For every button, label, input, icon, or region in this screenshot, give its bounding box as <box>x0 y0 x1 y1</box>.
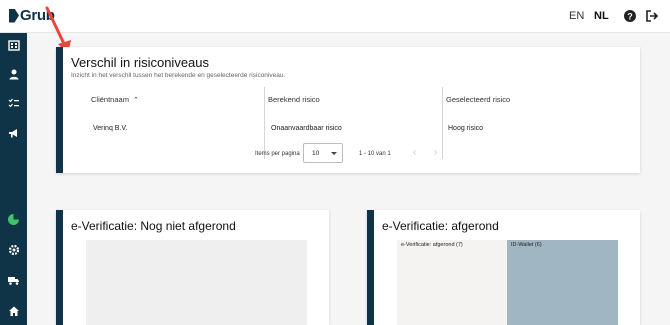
previous-page-button[interactable]: ‹ <box>413 147 416 158</box>
column-header-selected-risk[interactable]: Geselecteerd risico <box>446 95 510 104</box>
everification-completed-card: e-Verificatie: afgerond e-Verificatie: a… <box>367 210 640 325</box>
column-header-calculated-risk[interactable]: Berekend risico <box>268 95 320 104</box>
language-nl-button[interactable]: NL <box>594 10 609 22</box>
sidebar <box>0 33 27 325</box>
column-header-client-name[interactable]: Cliëntnaam ⌃ <box>91 95 139 104</box>
table-cell-selected-risk: Hoog risico <box>448 125 484 132</box>
sort-up-icon: ⌃ <box>132 97 139 104</box>
column-header-label: Cliëntnaam <box>91 95 129 104</box>
next-page-button[interactable]: › <box>434 147 437 158</box>
everification-pending-card: e-Verificatie: Nog niet afgerond <box>56 210 329 325</box>
card-title: e-Verificatie: afgerond <box>382 219 499 233</box>
card-title: Verschil in risiconiveaus <box>71 55 210 70</box>
checklist-icon[interactable] <box>6 95 21 110</box>
svg-text:?: ? <box>627 12 633 22</box>
chart-placeholder <box>86 240 307 325</box>
card-title: e-Verificatie: Nog niet afgerond <box>71 219 236 233</box>
pie-chart-icon[interactable] <box>6 212 21 227</box>
treemap-segment-id-wallet[interactable]: ID-Wallet (6) <box>507 240 618 325</box>
logout-icon[interactable] <box>645 9 659 23</box>
dropdown-caret-icon <box>331 152 337 155</box>
treemap-label: ID-Wallet (6) <box>511 242 542 248</box>
card-accent-bar <box>56 47 63 173</box>
logo-mark <box>9 8 19 23</box>
column-divider <box>264 87 265 159</box>
card-subtitle: Inzicht in het verschil tussen het berek… <box>71 72 286 79</box>
column-divider <box>442 87 443 159</box>
gear-icon[interactable] <box>6 242 21 257</box>
treemap-segment-completed[interactable]: e-Verificatie: afgerond (7) <box>397 240 507 325</box>
risk-difference-card: Verschil in risiconiveaus Inzicht in het… <box>56 47 640 173</box>
items-per-page-value: 10 <box>312 150 320 157</box>
table-cell-calculated-risk: Onaanvaardbaar risico <box>271 125 342 132</box>
items-per-page-label: Items per pagina <box>255 151 300 157</box>
user-icon[interactable] <box>6 66 21 81</box>
help-icon[interactable]: ? <box>623 9 637 23</box>
items-per-page-select[interactable]: 10 <box>303 143 343 163</box>
top-bar: Grub EN NL ? <box>0 0 670 33</box>
building-icon[interactable] <box>6 37 21 52</box>
card-accent-bar <box>56 210 63 325</box>
treemap-label: e-Verificatie: afgerond (7) <box>401 242 463 248</box>
table-cell-client-name[interactable]: Verinq B.V. <box>93 125 127 132</box>
card-accent-bar <box>367 210 374 325</box>
language-en-button[interactable]: EN <box>569 10 584 22</box>
megaphone-icon[interactable] <box>6 125 21 140</box>
home-icon[interactable] <box>6 303 21 318</box>
pagination-range: 1 - 10 van 1 <box>359 151 391 157</box>
truck-icon[interactable] <box>6 272 21 287</box>
